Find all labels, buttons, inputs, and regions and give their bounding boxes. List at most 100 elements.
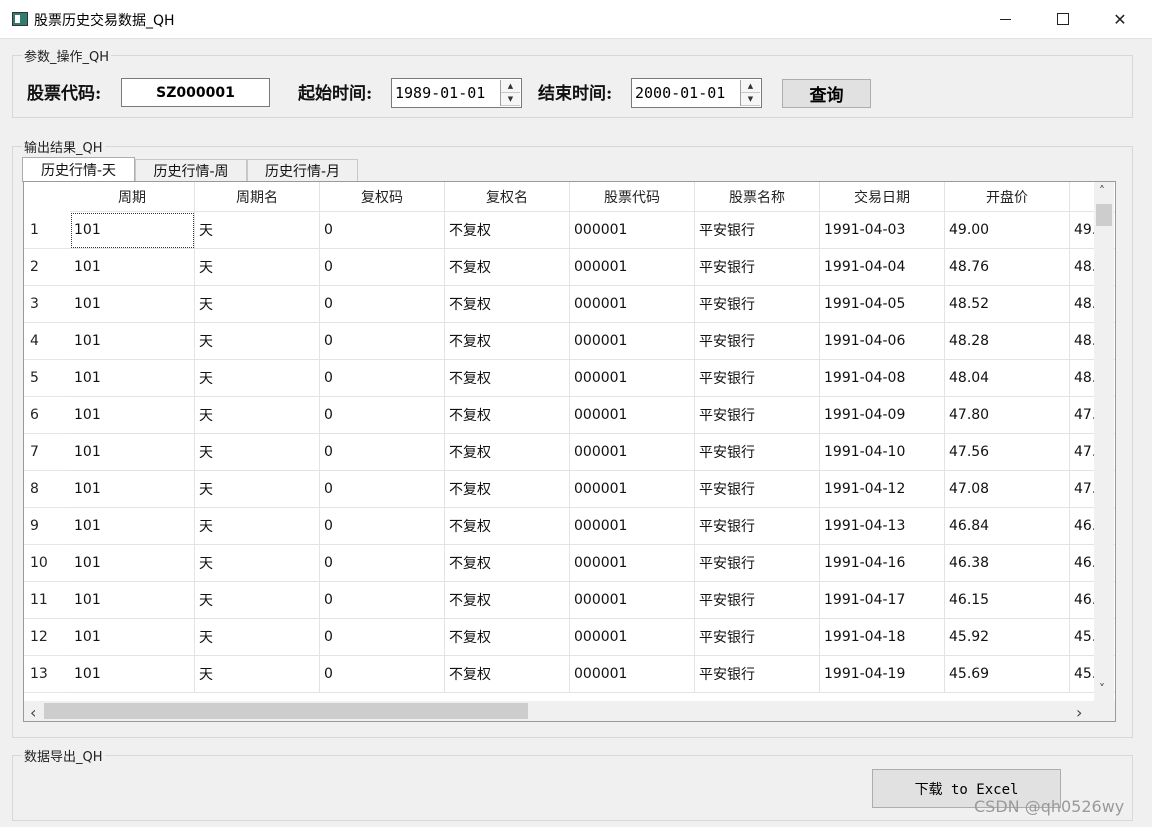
column-header[interactable]: 开盘价 xyxy=(945,182,1070,212)
table-cell[interactable]: 46.38 xyxy=(945,545,1070,582)
table-cell[interactable]: 不复权 xyxy=(445,508,570,545)
table-cell[interactable]: 000001 xyxy=(570,249,695,286)
table-cell[interactable]: 平安银行 xyxy=(695,656,820,693)
table-cell[interactable]: 101 xyxy=(70,212,195,249)
row-header[interactable]: 1 xyxy=(24,212,70,249)
horizontal-scroll-thumb[interactable] xyxy=(44,703,528,719)
table-cell[interactable]: 101 xyxy=(70,619,195,656)
table-cell[interactable]: 0 xyxy=(320,397,445,434)
maximize-button[interactable] xyxy=(1040,0,1086,38)
table-cell[interactable]: 101 xyxy=(70,397,195,434)
query-button[interactable]: 查询 xyxy=(782,79,871,108)
table-cell[interactable]: 平安银行 xyxy=(695,619,820,656)
table-cell[interactable]: 不复权 xyxy=(445,434,570,471)
table-cell[interactable]: 天 xyxy=(195,508,320,545)
table-cell[interactable]: 平安银行 xyxy=(695,582,820,619)
table-cell[interactable]: 1991-04-04 xyxy=(820,249,945,286)
table-cell[interactable]: 天 xyxy=(195,619,320,656)
table-cell[interactable]: 平安银行 xyxy=(695,471,820,508)
row-header[interactable]: 9 xyxy=(24,508,70,545)
vertical-scroll-thumb[interactable] xyxy=(1096,204,1112,226)
column-header[interactable]: 股票代码 xyxy=(570,182,695,212)
table-cell[interactable]: 1991-04-19 xyxy=(820,656,945,693)
table-cell[interactable]: 45.69 xyxy=(945,656,1070,693)
table-cell[interactable]: 不复权 xyxy=(445,471,570,508)
table-cell[interactable]: 平安银行 xyxy=(695,249,820,286)
table-cell[interactable]: 平安银行 xyxy=(695,360,820,397)
table-cell[interactable]: 不复权 xyxy=(445,323,570,360)
table-cell[interactable]: 101 xyxy=(70,434,195,471)
table-cell[interactable]: 101 xyxy=(70,286,195,323)
table-cell[interactable]: 0 xyxy=(320,286,445,323)
table-cell[interactable]: 不复权 xyxy=(445,397,570,434)
table-cell[interactable]: 1991-04-12 xyxy=(820,471,945,508)
spin-down-icon[interactable]: ▼ xyxy=(741,93,760,106)
table-cell[interactable]: 天 xyxy=(195,434,320,471)
horizontal-scrollbar[interactable]: ‹ › xyxy=(24,701,1094,721)
table-cell[interactable]: 不复权 xyxy=(445,249,570,286)
row-header[interactable]: 12 xyxy=(24,619,70,656)
table-cell[interactable]: 000001 xyxy=(570,545,695,582)
table-cell[interactable]: 天 xyxy=(195,582,320,619)
table-cell[interactable]: 不复权 xyxy=(445,286,570,323)
table-cell[interactable]: 平安银行 xyxy=(695,323,820,360)
table-cell[interactable]: 48.04 xyxy=(945,360,1070,397)
table-cell[interactable]: 101 xyxy=(70,582,195,619)
row-header[interactable]: 11 xyxy=(24,582,70,619)
table-cell[interactable]: 天 xyxy=(195,286,320,323)
table-cell[interactable]: 天 xyxy=(195,471,320,508)
table-cell[interactable]: 0 xyxy=(320,545,445,582)
table-cell[interactable]: 1991-04-16 xyxy=(820,545,945,582)
table-cell[interactable]: 天 xyxy=(195,360,320,397)
data-table[interactable]: 周期 周期名 复权码 复权名 股票代码 股票名称 交易日期 开盘价 1 101 天 0 不复权 00000… xyxy=(23,181,1116,722)
table-cell[interactable]: 47.56 xyxy=(945,434,1070,471)
row-header[interactable]: 6 xyxy=(24,397,70,434)
table-cell[interactable]: 0 xyxy=(320,434,445,471)
column-header[interactable]: 复权码 xyxy=(320,182,445,212)
table-cell[interactable]: 46.84 xyxy=(945,508,1070,545)
table-cell[interactable]: 000001 xyxy=(570,508,695,545)
tab-monthly[interactable]: 历史行情-月 xyxy=(247,159,358,181)
table-cell[interactable]: 000001 xyxy=(570,619,695,656)
table-cell[interactable]: 平安银行 xyxy=(695,508,820,545)
table-cell[interactable]: 0 xyxy=(320,249,445,286)
table-cell[interactable]: 1991-04-13 xyxy=(820,508,945,545)
table-cell[interactable]: 1991-04-03 xyxy=(820,212,945,249)
table-cell[interactable]: 1991-04-08 xyxy=(820,360,945,397)
table-cell[interactable]: 不复权 xyxy=(445,545,570,582)
table-cell[interactable]: 0 xyxy=(320,619,445,656)
table-cell[interactable]: 天 xyxy=(195,249,320,286)
table-cell[interactable]: 46.15 xyxy=(945,582,1070,619)
table-cell[interactable]: 不复权 xyxy=(445,212,570,249)
table-cell[interactable]: 48.76 xyxy=(945,249,1070,286)
table-cell[interactable]: 1991-04-17 xyxy=(820,582,945,619)
start-date-spinner[interactable]: ▲ ▼ xyxy=(500,80,520,106)
tab-weekly[interactable]: 历史行情-周 xyxy=(135,159,247,181)
table-cell[interactable]: 000001 xyxy=(570,656,695,693)
table-cell[interactable]: 000001 xyxy=(570,323,695,360)
table-cell[interactable]: 不复权 xyxy=(445,619,570,656)
row-header[interactable]: 2 xyxy=(24,249,70,286)
table-cell[interactable]: 000001 xyxy=(570,471,695,508)
stock-code-input[interactable]: SZ000001 xyxy=(121,78,270,107)
column-header[interactable]: 复权名 xyxy=(445,182,570,212)
table-cell[interactable]: 101 xyxy=(70,656,195,693)
table-cell[interactable]: 0 xyxy=(320,323,445,360)
row-header[interactable]: 4 xyxy=(24,323,70,360)
table-cell[interactable]: 48.52 xyxy=(945,286,1070,323)
column-header[interactable]: 股票名称 xyxy=(695,182,820,212)
vertical-scrollbar[interactable]: ˄ ˅ xyxy=(1094,182,1114,701)
spin-down-icon[interactable]: ▼ xyxy=(501,93,520,106)
spin-up-icon[interactable]: ▲ xyxy=(501,80,520,93)
table-cell[interactable]: 不复权 xyxy=(445,656,570,693)
tab-daily[interactable]: 历史行情-天 xyxy=(22,157,135,182)
table-cell[interactable]: 49.00 xyxy=(945,212,1070,249)
table-cell[interactable]: 天 xyxy=(195,323,320,360)
table-cell[interactable]: 天 xyxy=(195,656,320,693)
table-cell[interactable]: 1991-04-09 xyxy=(820,397,945,434)
table-cell[interactable]: 不复权 xyxy=(445,360,570,397)
table-cell[interactable]: 天 xyxy=(195,545,320,582)
column-header[interactable]: 周期 xyxy=(70,182,195,212)
table-cell[interactable]: 000001 xyxy=(570,212,695,249)
table-cell[interactable]: 0 xyxy=(320,471,445,508)
